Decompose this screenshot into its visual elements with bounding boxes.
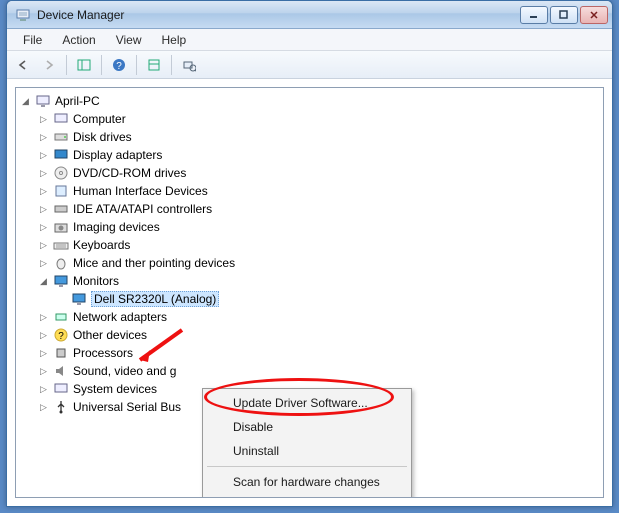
expand-icon[interactable]: ▷ xyxy=(38,204,49,215)
tree-item-hid[interactable]: ▷Human Interface Devices xyxy=(36,182,601,200)
unknown-icon: ? xyxy=(53,327,69,343)
expand-icon[interactable]: ▷ xyxy=(38,366,49,377)
computer-icon xyxy=(35,93,51,109)
collapse-icon[interactable]: ◢ xyxy=(38,276,49,287)
collapse-icon[interactable]: ◢ xyxy=(20,96,31,107)
tree-item-monitors[interactable]: ◢Monitors xyxy=(36,272,601,290)
toolbar-separator xyxy=(101,55,102,75)
expand-icon[interactable]: ▷ xyxy=(38,402,49,413)
svg-text:?: ? xyxy=(58,331,64,342)
system-icon xyxy=(53,381,69,397)
tree-root[interactable]: ◢ April-PC xyxy=(18,92,601,110)
expand-icon[interactable]: ▷ xyxy=(38,312,49,323)
tree-item-dvd[interactable]: ▷DVD/CD-ROM drives xyxy=(36,164,601,182)
expand-icon[interactable]: ▷ xyxy=(38,348,49,359)
expand-icon[interactable]: ▷ xyxy=(38,132,49,143)
window-controls xyxy=(520,6,608,24)
minimize-button[interactable] xyxy=(520,6,548,24)
display-icon xyxy=(53,147,69,163)
tree-item-mice[interactable]: ▷Mice and ther pointing devices xyxy=(36,254,601,272)
network-icon xyxy=(53,309,69,325)
dvd-icon xyxy=(53,165,69,181)
toolbar-separator xyxy=(66,55,67,75)
window-title: Device Manager xyxy=(37,8,520,22)
toolbar: ? xyxy=(7,51,612,79)
expand-icon[interactable]: ▷ xyxy=(38,222,49,233)
content-area: ◢ April-PC ▷Computer ▷Disk drives ▷Displ… xyxy=(7,79,612,506)
camera-icon xyxy=(53,219,69,235)
ctx-uninstall[interactable]: Uninstall xyxy=(205,439,409,463)
titlebar: Device Manager xyxy=(7,1,612,29)
app-icon xyxy=(15,7,31,23)
menu-action[interactable]: Action xyxy=(52,30,105,50)
expand-icon[interactable]: ▷ xyxy=(38,168,49,179)
tree-item-imaging[interactable]: ▷Imaging devices xyxy=(36,218,601,236)
monitor-icon xyxy=(53,273,69,289)
keyboard-icon xyxy=(53,237,69,253)
scan-hardware-button[interactable] xyxy=(177,54,201,76)
tree-item-disk-drives[interactable]: ▷Disk drives xyxy=(36,128,601,146)
tree-root-label: April-PC xyxy=(55,94,100,108)
menubar: File Action View Help xyxy=(7,29,612,51)
tree-item-keyboards[interactable]: ▷Keyboards xyxy=(36,236,601,254)
maximize-button[interactable] xyxy=(550,6,578,24)
expand-icon[interactable]: ▷ xyxy=(38,330,49,341)
cpu-icon xyxy=(53,345,69,361)
expand-icon[interactable]: ▷ xyxy=(38,150,49,161)
tree-item-sound[interactable]: ▷Sound, video and g xyxy=(36,362,601,380)
tree-item-computer[interactable]: ▷Computer xyxy=(36,110,601,128)
monitor-icon xyxy=(71,291,87,307)
hid-icon xyxy=(53,183,69,199)
forward-button[interactable] xyxy=(37,54,61,76)
ctx-update-driver[interactable]: Update Driver Software... xyxy=(205,391,409,415)
ctx-scan[interactable]: Scan for hardware changes xyxy=(205,470,409,494)
ide-icon xyxy=(53,201,69,217)
device-tree-pane[interactable]: ◢ April-PC ▷Computer ▷Disk drives ▷Displ… xyxy=(15,87,604,498)
ctx-separator xyxy=(207,466,407,467)
tree-item-dell-monitor[interactable]: Dell SR2320L (Analog) xyxy=(54,290,601,308)
close-button[interactable] xyxy=(580,6,608,24)
menu-help[interactable]: Help xyxy=(152,30,197,50)
tree-item-ide[interactable]: ▷IDE ATA/ATAPI controllers xyxy=(36,200,601,218)
toolbar-separator xyxy=(136,55,137,75)
toolbar-separator xyxy=(171,55,172,75)
expand-icon[interactable]: ▷ xyxy=(38,384,49,395)
context-menu: Update Driver Software... Disable Uninst… xyxy=(202,388,412,498)
usb-icon xyxy=(53,399,69,415)
menu-file[interactable]: File xyxy=(13,30,52,50)
computer-icon xyxy=(53,111,69,127)
tree-item-display-adapters[interactable]: ▷Display adapters xyxy=(36,146,601,164)
ctx-disable[interactable]: Disable xyxy=(205,415,409,439)
speaker-icon xyxy=(53,363,69,379)
expand-icon[interactable]: ▷ xyxy=(38,114,49,125)
tree-item-processors[interactable]: ▷Processors xyxy=(36,344,601,362)
help-button[interactable]: ? xyxy=(107,54,131,76)
show-hide-tree-button[interactable] xyxy=(72,54,96,76)
menu-view[interactable]: View xyxy=(106,30,152,50)
expand-icon[interactable]: ▷ xyxy=(38,186,49,197)
expand-icon[interactable]: ▷ xyxy=(38,240,49,251)
disk-icon xyxy=(53,129,69,145)
expand-icon[interactable]: ▷ xyxy=(38,258,49,269)
mouse-icon xyxy=(53,255,69,271)
tree-item-network[interactable]: ▷Network adapters xyxy=(36,308,601,326)
svg-text:?: ? xyxy=(116,61,122,72)
back-button[interactable] xyxy=(11,54,35,76)
device-manager-window: Device Manager File Action View Help ? xyxy=(6,0,613,507)
tree-item-other[interactable]: ▷?Other devices xyxy=(36,326,601,344)
ctx-separator xyxy=(207,497,407,498)
properties-button[interactable] xyxy=(142,54,166,76)
